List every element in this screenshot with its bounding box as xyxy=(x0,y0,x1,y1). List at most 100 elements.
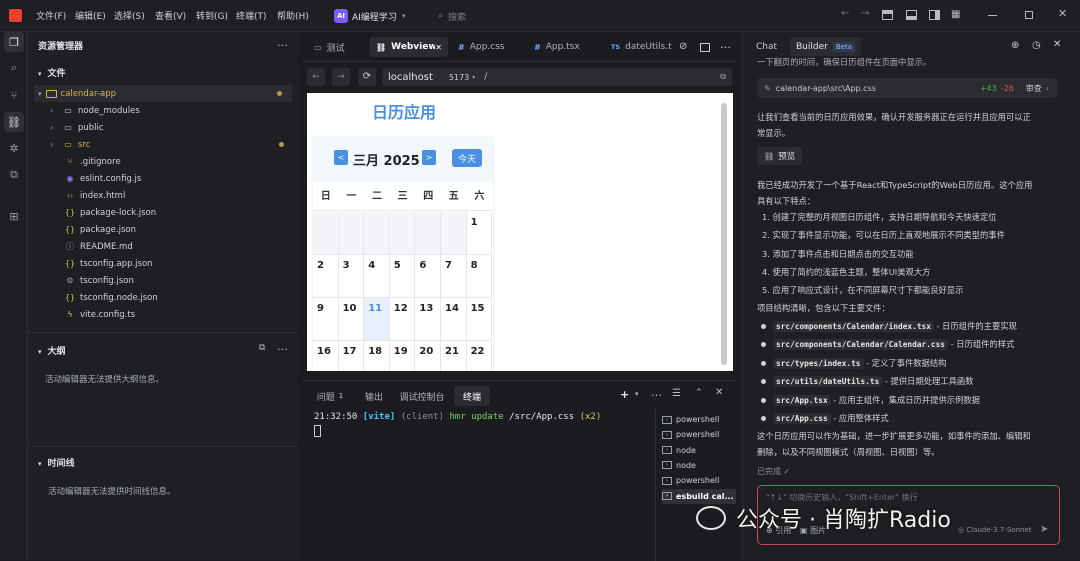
terminal-instance[interactable]: › powershell xyxy=(662,473,736,488)
calendar-day[interactable]: 6 xyxy=(415,255,441,298)
tree-item[interactable]: ‹› index.html xyxy=(28,187,298,204)
calendar-day[interactable]: 20 xyxy=(415,341,441,371)
history-icon[interactable]: ◷ xyxy=(1032,40,1041,51)
calendar-day[interactable]: 9 xyxy=(313,298,339,341)
back-arrow-icon[interactable]: ← xyxy=(307,68,325,86)
menu-item[interactable]: 编辑(E) xyxy=(75,9,106,22)
tree-item[interactable]: ⑂ .gitignore xyxy=(28,153,298,170)
webview[interactable]: 日历应用 < 三月 2025 > 今天 日一二三四五六 1 2 3 4 5 6 7 8 9 10 11… xyxy=(307,93,733,371)
plus-icon[interactable]: + xyxy=(620,388,629,401)
calendar-day[interactable] xyxy=(313,212,339,255)
preview-button[interactable]: ⛓ 预览 xyxy=(757,147,803,165)
model-selector[interactable]: ◎ Claude-3.7-Sonnet xyxy=(958,526,1032,534)
terminal-instance[interactable]: › powershell xyxy=(662,427,736,442)
terminal-instance[interactable]: › node xyxy=(662,443,736,458)
tab-chat[interactable]: Chat xyxy=(756,42,777,52)
calendar-day[interactable]: 1 xyxy=(466,212,493,255)
panel-tab[interactable]: 终端 xyxy=(454,386,490,406)
new-chat-icon[interactable]: ⊕ xyxy=(1011,40,1019,51)
calendar-day[interactable]: 17 xyxy=(338,341,365,371)
terminal-instance[interactable]: › powershell xyxy=(662,412,736,427)
calendar-day[interactable]: 10 xyxy=(338,298,365,341)
panel-tab[interactable]: 输出 xyxy=(358,386,390,406)
calendar-day[interactable]: 4 xyxy=(364,255,390,298)
calendar-day[interactable] xyxy=(415,212,441,255)
explorer-icon[interactable]: ❐ xyxy=(4,32,24,52)
menu-item[interactable]: 帮助(H) xyxy=(277,9,309,22)
calendar-day[interactable]: 18 xyxy=(364,341,390,371)
more-icon[interactable]: … xyxy=(651,386,662,399)
editor-tab[interactable]: # App.css xyxy=(452,37,522,57)
webview-scrollbar[interactable] xyxy=(721,103,727,365)
layout-side-icon[interactable] xyxy=(929,10,940,20)
workspace-selector[interactable]: AI AI编程学习 ▾ xyxy=(334,7,405,25)
search-icon[interactable]: ⌕ xyxy=(4,58,24,78)
more-icon[interactable]: … xyxy=(277,36,288,49)
search-box[interactable]: ⌕ 搜索 xyxy=(432,7,597,25)
calendar-day[interactable]: 14 xyxy=(441,298,467,341)
restore-icon[interactable] xyxy=(1025,11,1033,19)
calendar-day[interactable]: 21 xyxy=(441,341,467,371)
calendar-day[interactable]: 13 xyxy=(415,298,441,341)
more-icon[interactable]: … xyxy=(720,38,731,51)
source-control-icon[interactable]: ⑂ xyxy=(4,85,24,105)
editor-tab[interactable]: ▭ 测试 xyxy=(308,37,364,57)
forward-arrow-icon[interactable]: → xyxy=(332,68,350,86)
send-icon[interactable]: ➤ xyxy=(1040,524,1048,535)
calendar-day[interactable] xyxy=(441,212,467,255)
debug-icon[interactable]: ✲ xyxy=(4,138,24,158)
compass-icon[interactable]: ⊘ xyxy=(679,41,687,52)
forward-arrow-icon[interactable]: → xyxy=(861,8,869,19)
files-section-header[interactable]: ▾ 文件 xyxy=(38,66,300,79)
menu-item[interactable]: 转到(G) xyxy=(196,9,228,22)
tree-item[interactable]: ϟ vite.config.ts xyxy=(28,306,298,323)
calendar-day[interactable]: 22 xyxy=(466,341,493,371)
editor-tab[interactable]: ⛓ Webview ✕ xyxy=(370,37,448,57)
tab-builder[interactable]: Builder Beta xyxy=(790,37,861,56)
close-icon[interactable]: ✕ xyxy=(1053,39,1061,50)
today-button[interactable]: 今天 xyxy=(452,149,482,167)
calendar-day[interactable]: 11 xyxy=(364,298,390,341)
layout-bottom-icon[interactable] xyxy=(906,10,917,20)
menu-item[interactable]: 文件(F) xyxy=(36,9,66,22)
maximize-panel-icon[interactable]: ⌃ xyxy=(695,388,703,398)
calendar-day[interactable]: 8 xyxy=(466,255,493,298)
remote-icon[interactable]: ⧉ xyxy=(4,165,24,185)
timeline-section-header[interactable]: ▾ 时间线 xyxy=(38,456,300,469)
panel-tab[interactable]: 问题 1 xyxy=(308,386,352,406)
back-arrow-icon[interactable]: ← xyxy=(841,8,849,19)
tree-item[interactable]: {} tsconfig.node.json xyxy=(28,289,298,306)
more-icon[interactable]: … xyxy=(277,340,288,353)
panel-tab[interactable]: 调试控制台 xyxy=(396,386,448,406)
tree-item[interactable]: ⚙ tsconfig.json xyxy=(28,272,298,289)
layout-grid-icon[interactable]: ▦ xyxy=(951,9,960,20)
review-link[interactable]: 审查 xyxy=(1026,83,1042,94)
chevron-down-icon[interactable]: ▾ xyxy=(635,390,639,398)
calendar-day[interactable]: 7 xyxy=(441,255,467,298)
calendar-day[interactable]: 19 xyxy=(389,341,416,371)
tree-item[interactable]: {} package.json xyxy=(28,221,298,238)
ai-link-icon[interactable]: ⛓ xyxy=(4,112,24,132)
menu-item[interactable]: 选择(S) xyxy=(114,9,145,22)
next-month-button[interactable]: > xyxy=(422,150,436,165)
calendar-day[interactable] xyxy=(389,212,416,255)
menu-item[interactable]: 终端(T) xyxy=(236,9,267,22)
tree-item[interactable]: ◉ eslint.config.js xyxy=(28,170,298,187)
open-external-icon[interactable]: ⧉ xyxy=(720,72,726,82)
minimize-icon[interactable] xyxy=(988,15,997,16)
extensions-icon[interactable]: ⊞ xyxy=(4,206,24,226)
calendar-day[interactable]: 16 xyxy=(313,341,339,371)
calendar-day[interactable]: 2 xyxy=(313,255,339,298)
collapse-all-icon[interactable]: ⧉ xyxy=(259,343,265,353)
calendar-day[interactable]: 15 xyxy=(466,298,493,341)
calendar-day[interactable]: 12 xyxy=(389,298,416,341)
calendar-day[interactable]: 3 xyxy=(338,255,365,298)
file-change-card[interactable]: ✎ calendar-app\src\App.css +43 -26 审查 › xyxy=(757,78,1057,98)
calendar-day[interactable] xyxy=(338,212,365,255)
tree-item[interactable]: › ▭ node_modules xyxy=(28,102,298,119)
terminal-instance[interactable]: › node xyxy=(662,458,736,473)
tree-item[interactable]: › ▭ public xyxy=(28,119,298,136)
url-bar[interactable]: localhost 5173 ▾ / ⧉ xyxy=(382,68,732,86)
layout-panel-icon[interactable] xyxy=(882,10,893,20)
tree-item[interactable]: {} tsconfig.app.json xyxy=(28,255,298,272)
